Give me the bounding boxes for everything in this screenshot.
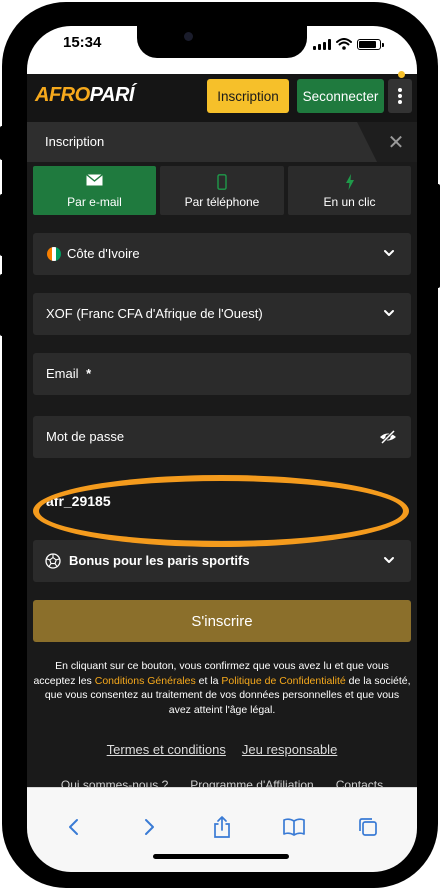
soccer-ball-icon <box>45 553 61 569</box>
chevron-left-icon <box>69 819 78 835</box>
password-field[interactable]: Mot de passe <box>33 416 411 458</box>
footer-links: Termes et conditions Jeu responsable <box>27 742 417 757</box>
responsible-gaming-link[interactable]: Jeu responsable <box>242 742 337 757</box>
privacy-link[interactable]: Politique de Confidentialité <box>221 675 345 687</box>
promo-code-value: afr_29185 <box>46 493 111 509</box>
close-icon[interactable]: ✕ <box>383 127 409 157</box>
required-mark: * <box>86 366 92 381</box>
share-icon <box>214 816 230 838</box>
method-email-tab[interactable]: Par e-mail <box>33 166 156 215</box>
menu-button[interactable] <box>388 79 412 113</box>
battery-icon <box>357 38 384 50</box>
phone-icon <box>217 174 227 190</box>
signup-submit-button[interactable]: S'inscrire <box>33 600 411 642</box>
ivory-coast-flag-icon <box>47 247 61 261</box>
modal-title: Inscription <box>45 134 105 149</box>
chevron-down-icon <box>384 557 394 563</box>
country-value: Côte d'Ivoire <box>67 246 140 261</box>
browser-toolbar <box>27 787 417 872</box>
book-icon <box>283 818 305 836</box>
currency-value: XOF (Franc CFA d'Afrique de l'Ouest) <box>46 306 263 321</box>
email-label: Email <box>46 366 79 381</box>
bonus-value: Bonus pour les paris sportifs <box>69 553 250 568</box>
tabs-button[interactable] <box>353 814 383 840</box>
forward-button[interactable] <box>134 814 164 840</box>
method-phone-label: Par téléphone <box>184 195 260 209</box>
modal-header: Inscription ✕ <box>27 122 417 162</box>
home-indicator <box>153 854 289 859</box>
terms-conditions-link[interactable]: Termes et conditions <box>107 742 226 757</box>
tabs-icon <box>359 818 377 836</box>
method-oneclick-label: En un clic <box>323 195 376 209</box>
terms-link[interactable]: Conditions Générales <box>95 675 196 687</box>
notification-badge <box>398 71 405 78</box>
status-bar: 15:34 <box>27 26 417 74</box>
currency-select[interactable]: XOF (Franc CFA d'Afrique de l'Ouest) <box>33 293 411 335</box>
status-icons <box>313 38 384 50</box>
chevron-right-icon <box>145 819 154 835</box>
envelope-icon <box>86 174 103 186</box>
eye-slash-icon[interactable] <box>379 429 397 445</box>
lightning-icon <box>345 174 354 190</box>
country-select[interactable]: Côte d'Ivoire <box>33 233 411 275</box>
screen: 15:34 AFROPARÍ Inscription Seconnecter I… <box>27 26 417 872</box>
chevron-down-icon <box>384 250 394 256</box>
email-field[interactable]: Email * <box>33 353 411 395</box>
phone-frame: 15:34 AFROPARÍ Inscription Seconnecter I… <box>2 2 438 888</box>
bonus-select[interactable]: Bonus pour les paris sportifs <box>33 540 411 582</box>
status-time: 15:34 <box>63 34 102 51</box>
camera-icon <box>184 32 193 41</box>
method-oneclick-tab[interactable]: En un clic <box>288 166 411 215</box>
bookmarks-button[interactable] <box>279 814 309 840</box>
signal-icon <box>313 38 331 50</box>
password-label: Mot de passe <box>46 429 125 444</box>
method-email-label: Par e-mail <box>67 195 122 209</box>
notch <box>137 26 307 58</box>
inscription-button[interactable]: Inscription <box>207 79 289 113</box>
share-button[interactable] <box>207 814 237 840</box>
afropari-logo[interactable]: AFROPARÍ <box>35 84 134 107</box>
wifi-icon <box>336 38 352 50</box>
chevron-down-icon <box>384 310 394 316</box>
promo-code-field[interactable]: afr_29185 <box>33 480 411 522</box>
legal-notice: En cliquant sur ce bouton, vous confirme… <box>33 660 411 716</box>
method-phone-tab[interactable]: Par téléphone <box>160 166 284 215</box>
site-header: AFROPARÍ Inscription Seconnecter <box>27 74 417 122</box>
back-button[interactable] <box>59 814 89 840</box>
connect-button[interactable]: Seconnecter <box>297 79 384 113</box>
